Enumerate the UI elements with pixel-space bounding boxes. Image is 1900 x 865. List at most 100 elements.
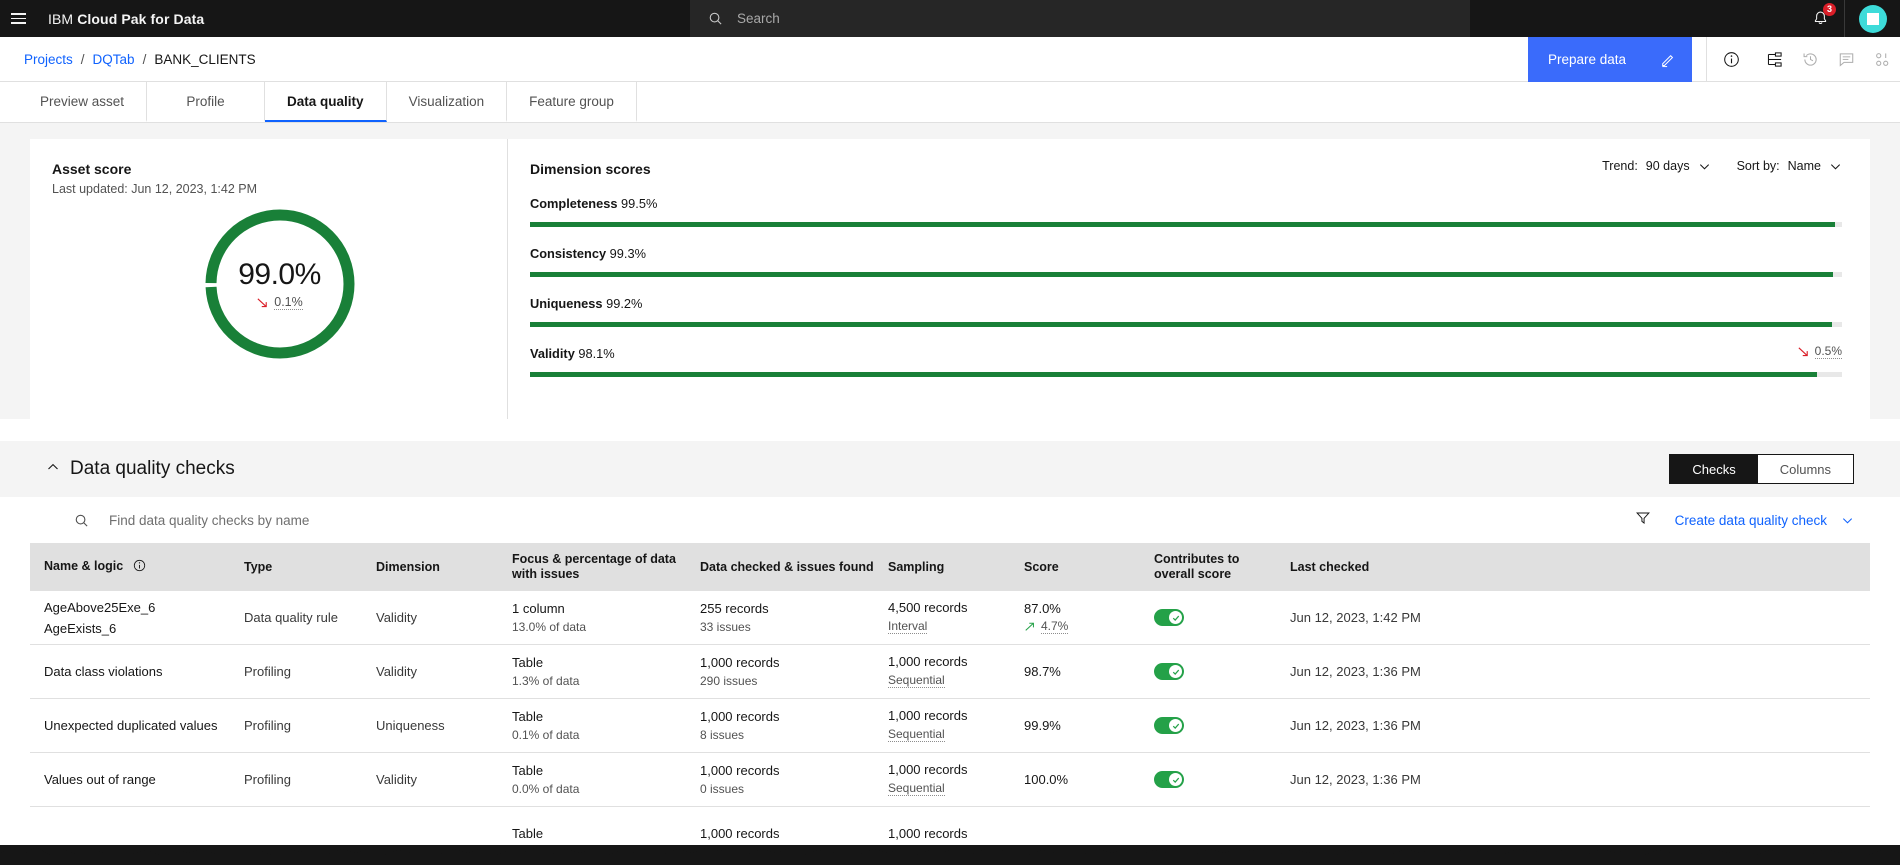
cell-name: Values out of range — [30, 772, 244, 787]
checks-search[interactable]: Find data quality checks by name — [74, 513, 309, 528]
cell-type: Data quality rule — [244, 610, 338, 625]
column-header-name[interactable]: Name & logic — [30, 559, 244, 576]
column-header-sampling[interactable]: Sampling — [888, 560, 1024, 575]
check-icon — [1172, 777, 1179, 783]
view-toggle-columns[interactable]: Columns — [1757, 454, 1854, 484]
info-icon[interactable] — [1706, 37, 1756, 82]
view-toggle-checks[interactable]: Checks — [1669, 454, 1758, 484]
contributes-toggle[interactable] — [1154, 663, 1184, 680]
dimension-score-text: 99.3% — [609, 246, 646, 261]
sampling-method[interactable]: Interval — [888, 619, 928, 634]
cell-focus: Table 0.0% of data — [512, 763, 580, 796]
contributes-toggle[interactable] — [1154, 609, 1184, 626]
global-search[interactable]: Search — [690, 0, 1470, 37]
dimension-score-text: 99.5% — [621, 196, 658, 211]
chevron-up-icon[interactable] — [46, 460, 60, 479]
checks-search-placeholder: Find data quality checks by name — [109, 512, 310, 528]
create-data-quality-check-button[interactable]: Create data quality check — [1675, 513, 1854, 528]
cell-focus: Table 0.1% of data — [512, 709, 580, 742]
table-row[interactable]: Unexpected duplicated values Profiling U… — [30, 699, 1870, 753]
cell-dimension: Validity — [376, 610, 417, 625]
check-name: Values out of range — [44, 772, 156, 787]
asset-score-delta[interactable]: 0.1% — [256, 295, 303, 310]
column-header-dimension[interactable]: Dimension — [376, 560, 512, 575]
column-header-score[interactable]: Score — [1024, 560, 1154, 575]
dimension-delta[interactable]: 0.5% — [1797, 344, 1842, 359]
check-icon — [1172, 669, 1179, 675]
sampling-method[interactable]: Sequential — [888, 781, 945, 796]
checks-toolbar: Find data quality checks by name Create … — [30, 497, 1870, 544]
product-brand: IBM Cloud Pak for Data — [48, 11, 204, 27]
table-row[interactable]: Values out of range Profiling Validity T… — [30, 753, 1870, 807]
table-row[interactable]: Data class violations Profiling Validity… — [30, 645, 1870, 699]
lineage-icon[interactable] — [1756, 37, 1792, 82]
tab-profile[interactable]: Profile — [147, 82, 266, 122]
dimension-score-text: 98.1% — [578, 346, 615, 361]
cell-dimension: Validity — [376, 772, 417, 787]
dimension-name: Uniqueness 99.2% — [530, 296, 1842, 311]
trend-control[interactable]: Trend: 90 days — [1602, 159, 1710, 173]
column-header-last-checked[interactable]: Last checked — [1290, 560, 1870, 575]
check-name: AgeAbove25Exe_6 — [44, 599, 156, 615]
sampling-method[interactable]: Sequential — [888, 673, 945, 688]
brand-name: Cloud Pak for Data — [77, 10, 205, 27]
hamburger-icon[interactable] — [0, 0, 37, 37]
comment-icon[interactable] — [1828, 37, 1864, 82]
contributes-toggle[interactable] — [1154, 771, 1184, 788]
dimension-row: Uniqueness 99.2% — [530, 296, 1842, 327]
contributes-toggle[interactable] — [1154, 717, 1184, 734]
tab-data-quality[interactable]: Data quality — [265, 82, 387, 122]
cell-data-checked: 1,000 records — [700, 826, 780, 841]
column-header-focus[interactable]: Focus & percentage of data with issues — [512, 552, 700, 582]
code-icon[interactable] — [1864, 37, 1900, 82]
cell-dimension: Uniqueness — [376, 718, 445, 733]
tab-label: Preview asset — [40, 93, 125, 109]
history-icon[interactable] — [1792, 37, 1828, 82]
global-header: IBM Cloud Pak for Data Search 3 — [0, 0, 1900, 37]
breadcrumb-project[interactable]: DQTab — [93, 52, 135, 67]
cell-sampling: 4,500 records Interval — [888, 600, 968, 634]
avatar[interactable] — [1844, 0, 1900, 37]
cell-type: Profiling — [244, 664, 291, 679]
breadcrumb-projects[interactable]: Projects — [24, 52, 73, 67]
checks-section-header: Data quality checks Checks Columns — [0, 441, 1900, 497]
cell-score: 87.0% 4.7% — [1024, 601, 1154, 634]
dimension-bar-fill — [530, 272, 1833, 277]
cell-sampling: 1,000 records Sequential — [888, 762, 968, 796]
column-header-type[interactable]: Type — [244, 560, 376, 575]
cell-last-checked: Jun 12, 2023, 1:36 PM — [1290, 664, 1421, 679]
cell-contributes — [1154, 771, 1290, 788]
tab-visualization[interactable]: Visualization — [387, 82, 508, 122]
dimension-label-text: Uniqueness — [530, 296, 603, 311]
table-row[interactable]: AgeAbove25Exe_6 AgeExists_6 Data quality… — [30, 591, 1870, 645]
sampling-method[interactable]: Sequential — [888, 727, 945, 742]
chevron-down-icon — [1842, 517, 1853, 523]
sort-label: Sort by: — [1736, 159, 1780, 173]
tab-preview-asset[interactable]: Preview asset — [18, 82, 148, 122]
dimension-label-text: Consistency — [530, 246, 607, 261]
info-icon[interactable] — [133, 559, 146, 576]
score-section: Asset score Last updated: Jun 12, 2023, … — [0, 123, 1900, 419]
breadcrumb-separator-2: / — [142, 51, 147, 67]
column-header-contributes[interactable]: Contributes to overall score — [1154, 552, 1290, 582]
check-name-line2: AgeExists_6 — [44, 620, 117, 636]
prepare-data-button[interactable]: Prepare data — [1527, 37, 1692, 82]
column-header-data-checked[interactable]: Data checked & issues found — [700, 560, 888, 575]
cell-data-checked: 1,000 records 8 issues — [700, 709, 780, 742]
asset-score-title: Asset score — [52, 161, 132, 177]
tab-feature-group[interactable]: Feature group — [507, 82, 637, 122]
cell-data-checked: 1,000 records 290 issues — [700, 655, 780, 688]
dimension-score-text: 99.2% — [606, 296, 643, 311]
table-header-row: Name & logic Type Dimension Focus & perc… — [30, 544, 1870, 591]
score-delta[interactable]: 4.7% — [1024, 619, 1142, 634]
sort-control[interactable]: Sort by: Name — [1737, 159, 1842, 173]
filter-icon[interactable] — [1635, 510, 1651, 531]
tab-label: Visualization — [408, 93, 485, 109]
cell-sampling: 1,000 records — [888, 826, 968, 841]
cell-contributes — [1154, 717, 1290, 734]
cell-score: 99.9% — [1024, 718, 1061, 733]
pencil-icon — [1662, 54, 1674, 67]
asset-score-donut: 99.0% 0.1% — [200, 204, 360, 364]
notifications-button[interactable]: 3 — [1796, 0, 1844, 37]
cell-name: Data class violations — [30, 664, 244, 679]
